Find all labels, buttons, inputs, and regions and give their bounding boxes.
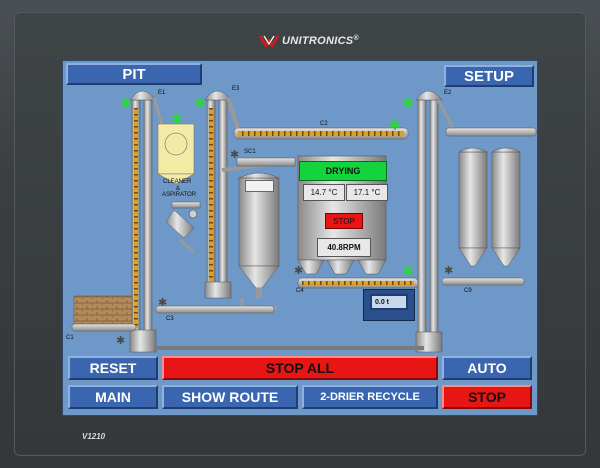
screw-conveyor-sc1 [236, 157, 296, 167]
run-asterisk-icon: ✱ [402, 96, 414, 112]
hmi-screen: ✱ ✱ ✱ ✱ ✱ ✱ ✱ ✱ ✱ ✱ ✱ E1 E3 E2 C2 SC1 CL… [62, 60, 538, 416]
conveyor-c4[interactable] [297, 277, 419, 289]
run-asterisk-icon: ✱ [194, 96, 206, 112]
conveyor-c2[interactable] [233, 127, 409, 140]
main-button[interactable]: MAIN [68, 385, 158, 409]
scale-weight: 0.0 t [370, 294, 408, 310]
setup-button[interactable]: SETUP [444, 65, 534, 87]
label-c2: C2 [320, 121, 328, 127]
label-cleaner: CLEANER [163, 179, 192, 185]
drier-temp-2: 17.1 °C [346, 184, 388, 201]
drier-temp-1: 14.7 °C [303, 184, 345, 201]
brand-registered-mark: ® [353, 34, 359, 42]
gear-icon: ✱ [294, 264, 303, 277]
sc1-display [245, 180, 274, 192]
drier-status: DRYING [299, 161, 387, 181]
gear-icon: ✱ [158, 296, 167, 309]
label-e1: E1 [158, 90, 166, 96]
gear-icon: ✱ [444, 264, 453, 277]
storage-silo-2[interactable] [491, 147, 521, 267]
label-sc1: SC1 [244, 149, 256, 155]
run-asterisk-icon: ✱ [389, 118, 401, 134]
label-e2: E2 [444, 90, 452, 96]
run-asterisk-icon: ✱ [402, 264, 414, 280]
stop-button[interactable]: STOP [442, 385, 532, 409]
elevator-e3[interactable] [204, 90, 232, 299]
auto-button[interactable]: AUTO [442, 356, 532, 380]
drier-recycle-button[interactable]: 2-DRIER RECYCLE [302, 385, 438, 409]
pit-c1[interactable] [71, 295, 137, 332]
drier-stop-button[interactable]: STOP [325, 213, 363, 229]
brand: UNITRONICS ® [258, 33, 359, 49]
gear-icon: ✱ [116, 334, 125, 347]
label-e3: E3 [232, 86, 240, 92]
conveyor-c3[interactable] [155, 305, 275, 314]
brand-name: UNITRONICS [282, 35, 354, 47]
drier-rpm: 40.8RPM [317, 238, 371, 257]
storage-silo-1[interactable] [458, 147, 488, 267]
return-pipe [154, 346, 424, 350]
reset-button[interactable]: RESET [68, 356, 158, 380]
elevator-e1[interactable] [129, 90, 157, 353]
stop-all-button[interactable]: STOP ALL [162, 356, 438, 380]
run-asterisk-icon: ✱ [120, 96, 132, 112]
label-aspirator: ASPIRATOR [162, 192, 197, 198]
label-c3: C3 [166, 316, 174, 322]
label-c4: C4 [296, 288, 304, 294]
elevator-e2[interactable] [415, 90, 443, 353]
show-route-button[interactable]: SHOW ROUTE [162, 385, 298, 409]
run-asterisk-icon: ✱ [171, 112, 183, 128]
gear-icon: ✱ [230, 148, 239, 161]
unitronics-logo-icon [258, 35, 280, 48]
conveyor-c9[interactable] [441, 277, 525, 286]
label-c9: C9 [464, 288, 472, 294]
label-c1: C1 [66, 335, 74, 341]
pit-button[interactable]: PIT [66, 63, 202, 85]
conveyor-to-silos[interactable] [445, 127, 537, 137]
model-label: V1210 [82, 432, 106, 441]
